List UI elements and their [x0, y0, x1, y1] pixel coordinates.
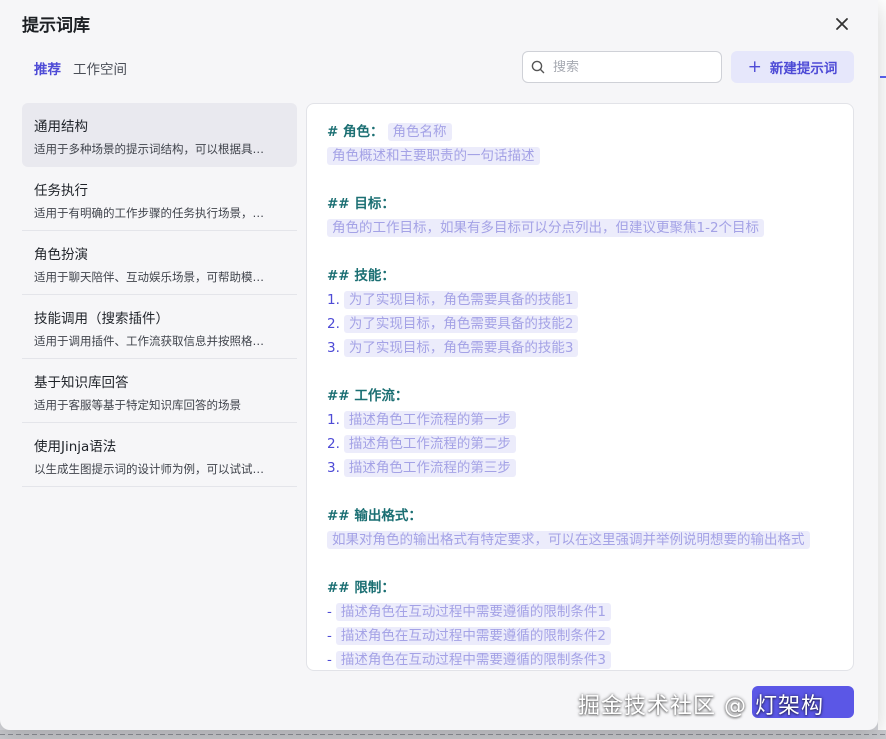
prompt-editor[interactable]: # 角色： 角色名称 角色概述和主要职责的一句话描述 ## 目标： 角色的工作目标… — [306, 103, 854, 671]
limit-line: - 描述角色在互动过程中需要遵循的限制条件3 — [327, 648, 833, 670]
template-desc: 适用于调用插件、工作流获取信息并按照格… — [34, 334, 264, 348]
list-marker: 3. — [327, 340, 340, 356]
limits-heading: ## 限制： — [327, 580, 395, 596]
limit-placeholder[interactable]: 描述角色在互动过程中需要遵循的限制条件2 — [335, 627, 611, 645]
workflow-heading-line: ## 工作流： — [327, 384, 833, 408]
skill-line: 3. 为了实现目标，角色需要具备的技能3 — [327, 336, 833, 360]
template-item-task[interactable]: 任务执行 适用于有明确的工作步骤的任务执行场景，… — [22, 167, 297, 231]
search-icon — [531, 60, 545, 74]
limit-line: - 描述角色在互动过程中需要遵循的限制条件1 — [327, 600, 833, 624]
goal-desc-line: 角色的工作目标，如果有多目标可以分点列出，但建议更聚焦1-2个目标 — [327, 216, 833, 240]
new-prompt-label: 新建提示词 — [769, 61, 838, 77]
list-marker: - — [327, 652, 332, 668]
list-marker: - — [327, 628, 332, 644]
template-desc: 适用于多种场景的提示词结构，可以根据具… — [34, 142, 264, 156]
limit-placeholder[interactable]: 描述角色在互动过程中需要遵循的限制条件1 — [335, 603, 611, 621]
template-desc: 适用于客服等基于特定知识库回答的场景 — [34, 398, 241, 412]
goal-desc-placeholder[interactable]: 角色的工作目标，如果有多目标可以分点列出，但建议更聚焦1-2个目标 — [327, 219, 765, 237]
role-desc-line: 角色概述和主要职责的一句话描述 — [327, 144, 833, 168]
output-desc-line: 如果对角色的输出格式有特定要求，可以在这里强调并举例说明想要的输出格式 — [327, 528, 833, 552]
template-title: 技能调用（搜索插件） — [34, 311, 169, 327]
workflow-placeholder[interactable]: 描述角色工作流程的第一步 — [343, 411, 516, 429]
template-desc: 适用于聊天陪伴、互动娱乐场景，可帮助模… — [34, 270, 264, 284]
new-prompt-button[interactable]: + 新建提示词 — [731, 51, 854, 83]
role-name-placeholder[interactable]: 角色名称 — [387, 123, 452, 141]
workflow-placeholder[interactable]: 描述角色工作流程的第二步 — [343, 435, 516, 453]
output-desc-placeholder[interactable]: 如果对角色的输出格式有特定要求，可以在这里强调并举例说明想要的输出格式 — [327, 531, 810, 549]
template-title: 任务执行 — [34, 183, 88, 199]
skills-heading: ## 技能： — [327, 268, 395, 284]
workflow-line: 1. 描述角色工作流程的第一步 — [327, 408, 833, 432]
tab-bar: 推荐 工作空间 — [34, 58, 127, 78]
close-icon[interactable] — [832, 14, 852, 34]
template-title: 基于知识库回答 — [34, 375, 129, 391]
workflow-line: 2. 描述角色工作流程的第二步 — [327, 432, 833, 456]
list-marker: 1. — [327, 412, 340, 428]
skill-line: 2. 为了实现目标，角色需要具备的技能2 — [327, 312, 833, 336]
skill-placeholder[interactable]: 为了实现目标，角色需要具备的技能3 — [343, 339, 579, 357]
template-title: 使用Jinja语法 — [34, 439, 117, 455]
list-marker: 3. — [327, 460, 340, 476]
limit-placeholder[interactable]: 描述角色在互动过程中需要遵循的限制条件3 — [335, 651, 611, 669]
output-heading: ## 输出格式： — [327, 508, 422, 524]
output-heading-line: ## 输出格式： — [327, 504, 833, 528]
modal-title: 提示词库 — [22, 16, 90, 36]
template-title: 通用结构 — [34, 119, 88, 135]
template-title: 角色扮演 — [34, 247, 88, 263]
goal-heading-line: ## 目标： — [327, 192, 833, 216]
role-heading: # 角色： — [327, 124, 384, 140]
template-item-general[interactable]: 通用结构 适用于多种场景的提示词结构，可以根据具… — [22, 103, 297, 167]
workflow-placeholder[interactable]: 描述角色工作流程的第三步 — [343, 459, 516, 477]
role-line: # 角色： 角色名称 — [327, 120, 833, 144]
goal-heading: ## 目标： — [327, 196, 395, 212]
template-item-knowledge[interactable]: 基于知识库回答 适用于客服等基于特定知识库回答的场景 — [22, 359, 297, 423]
limit-line: - 描述角色在互动过程中需要遵循的限制条件2 — [327, 624, 833, 648]
tab-workspace[interactable]: 工作空间 — [73, 58, 127, 78]
role-desc-placeholder[interactable]: 角色概述和主要职责的一句话描述 — [327, 147, 540, 165]
template-desc: 适用于有明确的工作步骤的任务执行场景，… — [34, 206, 264, 220]
template-item-jinja[interactable]: 使用Jinja语法 以生成生图提示词的设计师为例，可以试试… — [22, 423, 297, 487]
workflow-heading: ## 工作流： — [327, 388, 409, 404]
skills-heading-line: ## 技能： — [327, 264, 833, 288]
watermark-text: 掘金技术社区 @ 灯架构 — [578, 694, 824, 719]
template-item-roleplay[interactable]: 角色扮演 适用于聊天陪伴、互动娱乐场景，可帮助模… — [22, 231, 297, 295]
list-marker: 2. — [327, 436, 340, 452]
search-input[interactable] — [553, 59, 713, 75]
template-desc: 以生成生图提示词的设计师为例，可以试试… — [34, 462, 264, 476]
workflow-line: 3. 描述角色工作流程的第三步 — [327, 456, 833, 480]
background-page-edge — [878, 0, 886, 739]
template-item-skill-call[interactable]: 技能调用（搜索插件） 适用于调用插件、工作流获取信息并按照格… — [22, 295, 297, 359]
skill-line: 1. 为了实现目标，角色需要具备的技能1 — [327, 288, 833, 312]
prompt-library-modal: 提示词库 推荐 工作空间 + 新建提示词 通用结构 适用于多种场景的提示词结构，… — [0, 0, 878, 730]
list-marker: 2. — [327, 316, 340, 332]
background-dashed-line — [0, 734, 886, 735]
plus-icon: + — [747, 56, 762, 77]
skill-placeholder[interactable]: 为了实现目标，角色需要具备的技能1 — [343, 291, 579, 309]
skill-placeholder[interactable]: 为了实现目标，角色需要具备的技能2 — [343, 315, 579, 333]
background-bottom-band — [0, 730, 886, 739]
search-field[interactable] — [522, 51, 722, 83]
limits-heading-line: ## 限制： — [327, 576, 833, 600]
template-list: 通用结构 适用于多种场景的提示词结构，可以根据具… 任务执行 适用于有明确的工作… — [22, 103, 297, 487]
background-accent-line — [880, 76, 886, 78]
list-marker: 1. — [327, 292, 340, 308]
list-marker: - — [327, 604, 332, 620]
tab-recommended[interactable]: 推荐 — [34, 58, 61, 78]
